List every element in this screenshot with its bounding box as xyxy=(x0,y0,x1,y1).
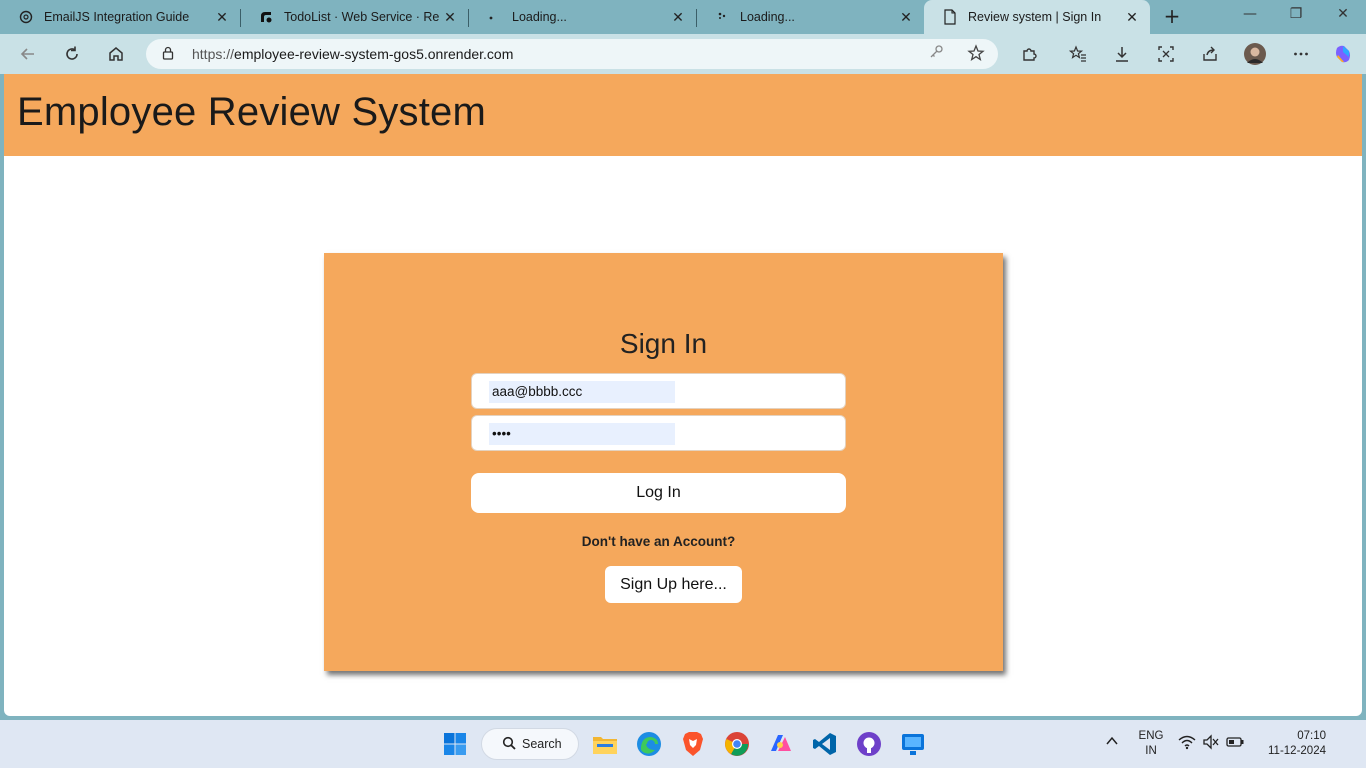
favorites-button[interactable] xyxy=(1066,42,1090,66)
extensions-button[interactable] xyxy=(1017,42,1041,66)
favorites-icon xyxy=(1069,45,1086,62)
tab-emailjs[interactable]: EmailJS Integration Guide ✕ xyxy=(0,0,240,34)
tab-title: Loading... xyxy=(740,10,795,24)
key-icon[interactable] xyxy=(926,44,946,64)
favorite-star-icon[interactable] xyxy=(966,44,986,64)
taskbar-search[interactable]: Search xyxy=(481,728,579,760)
autofill-highlight xyxy=(489,423,675,445)
loading-icon xyxy=(714,9,730,25)
github-desktop-icon[interactable] xyxy=(855,730,883,758)
openai-icon xyxy=(18,9,34,25)
address-bar[interactable]: https://employee-review-system-gos5.onre… xyxy=(146,39,998,69)
file-explorer-icon[interactable] xyxy=(591,730,619,758)
tab-review-system[interactable]: Review system | Sign In ✕ xyxy=(924,0,1150,34)
edge-browser-icon[interactable] xyxy=(635,730,663,758)
language-code: ENG xyxy=(1138,730,1164,742)
remote-desktop-icon[interactable] xyxy=(899,730,927,758)
no-account-text: Don't have an Account? xyxy=(581,534,736,549)
more-icon xyxy=(1294,52,1308,56)
password-value: •••• xyxy=(492,426,511,441)
search-label: Search xyxy=(522,737,562,751)
refresh-button[interactable] xyxy=(60,42,84,66)
show-hidden-icons-chevron[interactable] xyxy=(1103,734,1121,752)
tab-title: Loading... xyxy=(512,10,567,24)
language-indicator[interactable]: ENG IN xyxy=(1134,729,1168,759)
avatar-icon xyxy=(1244,43,1266,65)
tab-loading-2[interactable]: Loading... ✕ xyxy=(696,0,924,34)
share-icon xyxy=(1203,46,1217,61)
site-title: Employee Review System xyxy=(17,90,487,134)
downloads-button[interactable] xyxy=(1110,42,1134,66)
new-tab-button[interactable]: + xyxy=(1160,5,1184,29)
tab-strip: EmailJS Integration Guide ✕ TodoList · W… xyxy=(0,0,1366,34)
email-value: aaa@bbbb.ccc xyxy=(492,384,583,399)
loading-icon xyxy=(486,9,502,25)
wifi-icon[interactable] xyxy=(1178,734,1196,752)
password-field[interactable]: •••• xyxy=(471,415,846,451)
signup-button[interactable]: Sign Up here... xyxy=(605,566,742,603)
tab-title: EmailJS Integration Guide xyxy=(44,10,190,24)
more-menu-button[interactable] xyxy=(1289,42,1313,66)
close-icon[interactable]: ✕ xyxy=(668,9,688,26)
url-text[interactable]: https://employee-review-system-gos5.onre… xyxy=(192,46,513,62)
page-icon xyxy=(942,9,958,25)
lock-icon[interactable] xyxy=(162,46,178,63)
copilot-button[interactable] xyxy=(1331,42,1355,66)
clock-time: 07:10 xyxy=(1297,730,1326,742)
vscode-icon[interactable] xyxy=(811,730,839,758)
signin-card: Sign In aaa@bbbb.ccc •••• Log In Don't h… xyxy=(324,253,1003,671)
login-button[interactable]: Log In xyxy=(471,473,846,513)
home-button[interactable] xyxy=(104,42,128,66)
chrome-browser-icon[interactable] xyxy=(723,730,751,758)
clock-date: 11-12-2024 xyxy=(1268,745,1326,757)
home-icon xyxy=(109,47,123,61)
volume-muted-icon[interactable] xyxy=(1202,734,1220,752)
email-field[interactable]: aaa@bbbb.ccc xyxy=(471,373,846,409)
back-button[interactable] xyxy=(16,42,40,66)
copilot-icon xyxy=(1336,45,1350,63)
render-icon xyxy=(258,9,274,25)
profile-avatar[interactable] xyxy=(1243,42,1267,66)
tab-title: Review system | Sign In xyxy=(968,10,1102,24)
tab-loading-1[interactable]: Loading... ✕ xyxy=(468,0,696,34)
battery-icon[interactable] xyxy=(1226,734,1244,752)
close-icon[interactable]: ✕ xyxy=(440,9,460,26)
signin-title: Sign In xyxy=(619,328,708,359)
url-host: employee-review-system-gos5.onrender.com xyxy=(234,46,514,62)
share-button[interactable] xyxy=(1198,42,1222,66)
copilot-app-icon[interactable] xyxy=(767,730,795,758)
brave-browser-icon[interactable] xyxy=(679,730,707,758)
search-icon xyxy=(502,736,516,753)
back-arrow-icon xyxy=(20,48,34,60)
restore-icon[interactable]: ❐ xyxy=(1286,6,1306,26)
close-icon[interactable]: ✕ xyxy=(1122,9,1142,26)
taskbar: Search ENG IN 07:10 11-12-2024 xyxy=(0,720,1366,768)
tab-todolist[interactable]: TodoList · Web Service · Rende ✕ xyxy=(240,0,468,34)
refresh-icon xyxy=(66,46,78,60)
page-viewport: Employee Review System Sign In aaa@bbbb.… xyxy=(4,74,1362,716)
tab-title: TodoList · Web Service · Rende xyxy=(284,10,440,24)
site-header: Employee Review System xyxy=(4,74,1362,156)
system-clock[interactable]: 07:10 11-12-2024 xyxy=(1256,729,1326,759)
screenshot-icon xyxy=(1158,46,1174,62)
download-icon xyxy=(1116,47,1128,62)
puzzle-icon xyxy=(1023,48,1037,61)
language-region: IN xyxy=(1145,745,1157,757)
close-icon[interactable]: ✕ xyxy=(896,9,916,26)
windows-start-icon[interactable] xyxy=(441,730,469,758)
minimize-icon[interactable]: — xyxy=(1240,6,1260,26)
screenshot-button[interactable] xyxy=(1154,42,1178,66)
url-scheme: https:// xyxy=(192,46,235,62)
browser-toolbar: https://employee-review-system-gos5.onre… xyxy=(0,34,1366,74)
close-icon[interactable]: ✕ xyxy=(212,9,232,26)
window-close-icon[interactable]: ✕ xyxy=(1333,6,1353,26)
